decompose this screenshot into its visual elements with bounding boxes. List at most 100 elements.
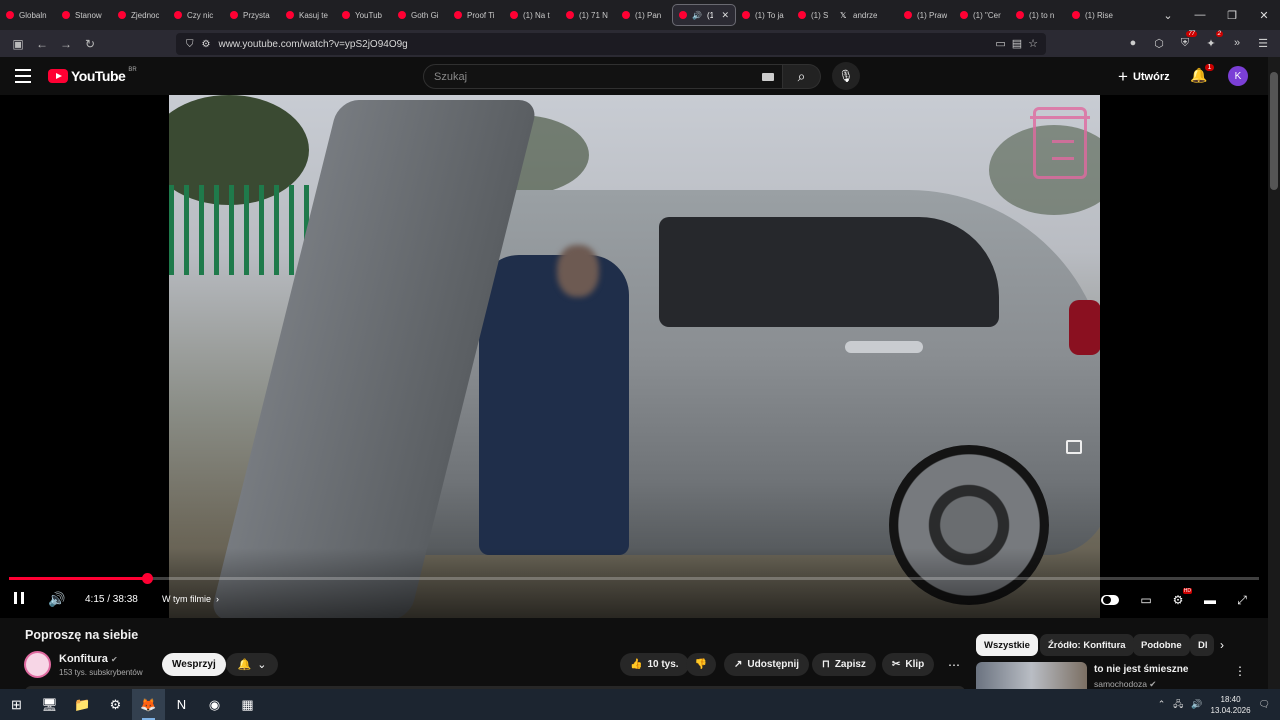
chevron-right-icon[interactable]: › [1220, 638, 1224, 652]
theater-mode-icon[interactable]: ▬ [1201, 592, 1219, 608]
speaker-icon[interactable]: 🔊 [692, 11, 702, 20]
forward-button[interactable]: → [54, 32, 78, 56]
extension-icon[interactable]: ✦ 2 [1202, 31, 1223, 53]
overflow-menu-icon[interactable]: » [1228, 33, 1246, 53]
chip-source[interactable]: Źródło: Konfitura [1040, 634, 1134, 656]
steam-icon[interactable]: ⚙ [99, 689, 132, 720]
channel-avatar[interactable] [24, 651, 51, 678]
browser-tab[interactable]: (1) "Cer [954, 4, 1010, 26]
shield-icon[interactable]: ⛉ [186, 39, 194, 50]
browser-tab[interactable]: Przysta [224, 4, 280, 26]
channel-watermark-icon[interactable] [1030, 107, 1090, 179]
tray-chevron-icon[interactable]: ⌃ [1158, 699, 1166, 710]
subtitles-icon[interactable]: ▭ [1137, 592, 1155, 608]
monitor-app-icon[interactable]: 🖥 [33, 689, 66, 720]
browser-tab[interactable]: Goth Gi [392, 4, 448, 26]
more-actions-icon[interactable]: ⋯ [944, 653, 964, 676]
minimize-button[interactable]: — [1184, 0, 1216, 30]
video-frame[interactable] [169, 95, 1100, 618]
save-button[interactable]: ⊓ Zapisz [812, 653, 876, 676]
browser-tab[interactable]: (1) Na t [504, 4, 560, 26]
volume-icon[interactable]: 🔊 [48, 591, 65, 608]
voice-search-button[interactable]: 🎙 [832, 62, 860, 90]
recommended-title[interactable]: to nie jest śmieszne [1094, 664, 1188, 675]
browser-tab[interactable]: Kasuj te [280, 4, 336, 26]
miniplayer-hint-icon[interactable] [1066, 440, 1082, 454]
bookmark-star-icon[interactable]: ☆ [1028, 37, 1038, 50]
youtube-logo[interactable]: YouTube BR [48, 67, 137, 84]
hamburger-menu-icon[interactable] [15, 69, 31, 83]
ublock-extension-icon[interactable]: ⛨ 77 [1176, 31, 1197, 53]
chip-related[interactable]: Podobne [1133, 634, 1190, 656]
recommended-channel-name[interactable]: samochodoza [1094, 679, 1147, 689]
restore-button[interactable]: ❐ [1216, 0, 1248, 30]
page-scrollbar[interactable] [1268, 57, 1280, 689]
url-text[interactable]: www.youtube.com/watch?v=ypS2jO94O9g [218, 39, 407, 50]
share-button[interactable]: ↗ Udostępnij [724, 653, 810, 676]
notifications-button[interactable]: 🔔 1 [1190, 64, 1215, 84]
chapters-button[interactable]: W tym filmie › [162, 594, 219, 604]
vpn-extension-icon[interactable]: ● [1124, 33, 1142, 53]
app-menu-icon[interactable]: ☰ [1254, 33, 1272, 53]
browser-tab[interactable]: Stanow [56, 4, 112, 26]
sidebar-toggle-icon[interactable]: ▣ [6, 32, 30, 56]
dislike-button[interactable]: 👎 [686, 653, 716, 676]
browser-tab[interactable]: Zjednoc [112, 4, 168, 26]
search-input[interactable]: Szukaj [423, 64, 783, 89]
app-icon[interactable]: ◉ [198, 689, 231, 720]
firefox-icon[interactable]: 🦊 [132, 689, 165, 720]
progress-scrubber[interactable] [141, 573, 153, 584]
calculator-icon[interactable]: ▦ [231, 689, 264, 720]
browser-tab[interactable]: 𝕏andrze [834, 4, 898, 26]
browser-tab[interactable]: (1) Rise [1066, 4, 1122, 26]
progress-bar[interactable] [9, 573, 1259, 584]
channel-name-link[interactable]: Konfitura ✔ [59, 653, 118, 665]
clip-button[interactable]: ✂ Klip [882, 653, 935, 676]
chip-all[interactable]: Wszystkie [976, 634, 1038, 656]
browser-tab[interactable]: (1) To ja [736, 4, 792, 26]
pip-icon[interactable]: ▭ [995, 37, 1005, 50]
recommended-thumbnail[interactable] [976, 662, 1087, 692]
reader-icon[interactable]: ▤ [1012, 37, 1022, 50]
autoplay-toggle[interactable] [1101, 592, 1119, 608]
back-button[interactable]: ← [30, 32, 54, 56]
browser-tab[interactable]: Czy nic [168, 4, 224, 26]
channel-name[interactable]: Konfitura [59, 653, 108, 665]
browser-tab[interactable]: YouTub [336, 4, 392, 26]
browser-tab[interactable]: (1) to n [1010, 4, 1066, 26]
tab-list-chevron-icon[interactable]: ⌄ [1152, 0, 1184, 30]
speaker-icon[interactable]: 🔊 [1191, 699, 1202, 710]
browser-tab[interactable]: (1) Praw [898, 4, 954, 26]
clock[interactable]: 18:40 13.04.2026 [1211, 694, 1251, 716]
avatar[interactable]: K [1228, 66, 1248, 86]
notifications-center-icon[interactable]: 🗨 [1259, 699, 1270, 710]
file-explorer-icon[interactable]: 📁 [66, 689, 99, 720]
create-button[interactable]: + Utwórz [1118, 67, 1170, 87]
browser-tab[interactable]: Globaln [0, 4, 56, 26]
page-settings-icon[interactable]: ⚙ [202, 39, 211, 50]
video-player[interactable]: 🔊 4:15 / 38:38 W tym filmie › ▭ ⚙ HD ▬ ⤢ [0, 95, 1268, 618]
browser-tab[interactable]: 🔊 (1) K ✕ [672, 4, 736, 26]
recommended-menu-icon[interactable]: ⋮ [1234, 664, 1246, 678]
close-tab-icon[interactable]: ✕ [721, 10, 729, 21]
fullscreen-icon[interactable]: ⤢ [1233, 592, 1251, 608]
settings-icon[interactable]: ⚙ HD [1169, 588, 1192, 608]
browser-tab[interactable]: (1) STAT [792, 4, 834, 26]
search-button[interactable]: ⌕ [783, 64, 821, 89]
like-button[interactable]: 👍 10 tys. [620, 653, 689, 676]
browser-tab[interactable]: (1) 71 N [560, 4, 616, 26]
notion-icon[interactable]: N [165, 689, 198, 720]
browser-tab[interactable]: Proof Ti [448, 4, 504, 26]
subscription-bell-button[interactable]: 🔔 ⌄ [226, 653, 278, 676]
share-extension-icon[interactable]: ⬡ [1150, 33, 1168, 53]
browser-tab[interactable]: (1) Pan [616, 4, 672, 26]
chip-more[interactable]: Dl [1190, 634, 1214, 656]
pause-button[interactable] [14, 591, 28, 605]
address-bar[interactable]: ⛉ ⚙ www.youtube.com/watch?v=ypS2jO94O9g … [176, 33, 1046, 55]
scrollbar-thumb[interactable] [1270, 72, 1278, 190]
reload-button[interactable]: ↻ [78, 32, 102, 56]
keyboard-icon[interactable] [762, 73, 774, 81]
support-button[interactable]: Wesprzyj [162, 653, 226, 676]
close-window-button[interactable]: ✕ [1248, 0, 1280, 30]
windows-start-icon[interactable]: ⊞ [0, 689, 33, 720]
